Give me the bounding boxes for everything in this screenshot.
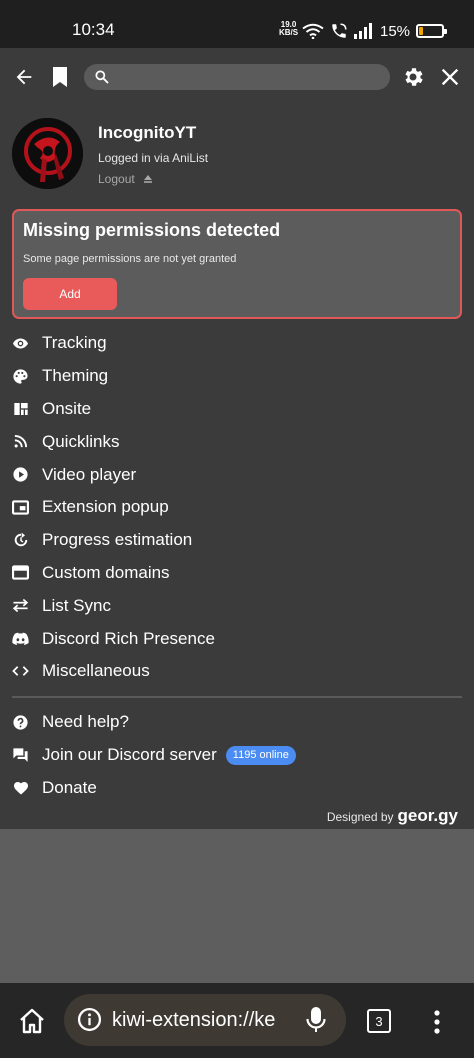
url-text[interactable]: kiwi-extension://ke	[112, 1009, 290, 1032]
extension-panel: IncognitoYT Logged in via AniList Logout…	[0, 48, 474, 829]
donate-label: Donate	[42, 777, 97, 797]
microphone-icon[interactable]	[305, 1006, 327, 1034]
menu-label-video-player: Video player	[42, 464, 137, 484]
login-status: Logged in via AniList	[98, 151, 209, 165]
status-icons: 15%	[302, 21, 448, 41]
menu-item-video-player[interactable]: Video player	[12, 458, 462, 491]
logout-link[interactable]: Logout	[98, 172, 152, 186]
battery-percent: 15%	[380, 22, 411, 40]
tab-count: 3	[375, 1013, 383, 1029]
menu-item-miscellaneous[interactable]: Miscellaneous	[12, 655, 462, 688]
arrow-left-icon	[16, 69, 32, 85]
search-input[interactable]	[116, 64, 384, 90]
close-button[interactable]	[438, 65, 462, 89]
web-icon	[12, 564, 29, 581]
rss-icon	[12, 433, 29, 450]
username: IncognitoYT	[98, 123, 197, 142]
address-bar[interactable]: kiwi-extension://ke	[64, 994, 346, 1046]
menu-label-onsite: Onsite	[42, 398, 92, 418]
heart-icon	[12, 779, 29, 796]
menu-label-progress-estimation: Progress estimation	[42, 530, 193, 550]
forum-icon	[12, 747, 29, 764]
status-time: 10:34	[72, 20, 115, 39]
gear-icon	[405, 68, 423, 86]
designer-brand-link[interactable]: geor.gy	[398, 806, 458, 826]
discord-icon	[12, 630, 29, 647]
menu-label-extension-popup: Extension popup	[42, 497, 169, 517]
back-button[interactable]	[12, 65, 36, 89]
designed-by-text: Designed by	[326, 810, 394, 824]
online-count-badge: 1195 online	[225, 745, 296, 765]
play-circle-icon	[12, 466, 29, 483]
logout-label: Logout	[98, 172, 135, 186]
status-bar: 10:34 19.0 KB/S 15%	[0, 0, 474, 48]
menu-label-custom-domains: Custom domains	[42, 562, 170, 582]
code-icon	[12, 663, 29, 680]
avatar	[12, 118, 83, 189]
top-toolbar	[0, 48, 474, 106]
donate-link[interactable]: Donate	[12, 772, 462, 805]
search-icon	[95, 70, 109, 84]
browser-toolbar: kiwi-extension://ke 3	[0, 983, 474, 1058]
menu-item-extension-popup[interactable]: Extension popup	[12, 491, 462, 524]
menu-item-progress-estimation[interactable]: Progress estimation	[12, 524, 462, 557]
permissions-alert: Missing permissions detected Some page p…	[12, 209, 462, 319]
discord-join-link[interactable]: Join our Discord server 1195 online	[12, 739, 462, 772]
search-bar[interactable]	[84, 64, 390, 90]
settings-button[interactable]	[401, 65, 425, 89]
picture-in-picture-icon	[12, 499, 29, 516]
add-permissions-button[interactable]: Add	[23, 278, 117, 310]
network-speed: 19.0 KB/S	[279, 21, 298, 37]
menu-item-quicklinks[interactable]: Quicklinks	[12, 425, 462, 458]
swap-icon	[12, 597, 29, 614]
menu-label-quicklinks: Quicklinks	[42, 431, 120, 451]
settings-menu: Tracking Theming Onsite Quicklinks Video…	[12, 327, 462, 688]
battery-icon	[416, 24, 448, 38]
more-options-button[interactable]	[433, 1010, 441, 1039]
menu-label-discord-rich-presence: Discord Rich Presence	[42, 628, 215, 648]
network-speed-unit: KB/S	[279, 28, 299, 37]
eject-icon	[143, 175, 152, 183]
home-icon	[20, 1008, 44, 1034]
palette-icon	[12, 368, 29, 385]
menu-label-theming: Theming	[42, 366, 109, 386]
menu-item-list-sync[interactable]: List Sync	[12, 589, 462, 622]
user-profile: IncognitoYT Logged in via AniList Logout	[12, 118, 462, 190]
menu-item-onsite[interactable]: Onsite	[12, 393, 462, 426]
close-icon	[441, 68, 459, 86]
info-icon[interactable]	[77, 1007, 102, 1032]
eye-icon	[12, 335, 29, 352]
tab-switcher-button[interactable]: 3	[367, 1009, 391, 1033]
bookmark-button[interactable]	[48, 65, 72, 89]
dashboard-icon	[12, 400, 29, 417]
menu-divider	[12, 696, 462, 698]
alert-title: Missing permissions detected	[23, 220, 281, 240]
need-help-label: Need help?	[42, 712, 129, 732]
more-vert-icon	[434, 1010, 440, 1034]
need-help-link[interactable]: Need help?	[12, 706, 462, 739]
menu-item-tracking[interactable]: Tracking	[12, 327, 462, 360]
wifi-calling-icon	[332, 23, 347, 38]
menu-label-list-sync: List Sync	[42, 595, 111, 615]
avatar-image	[12, 118, 83, 189]
menu-item-theming[interactable]: Theming	[12, 360, 462, 393]
alert-text: Some page permissions are not yet grante…	[23, 253, 237, 265]
help-menu: Need help? Join our Discord server 1195 …	[12, 706, 462, 804]
home-button[interactable]	[18, 1008, 46, 1039]
menu-label-miscellaneous: Miscellaneous	[42, 661, 150, 681]
wifi-icon	[302, 23, 324, 39]
restart-icon	[12, 532, 29, 549]
designer-credit: Designed by geor.gy	[327, 806, 458, 826]
signal-icon	[354, 23, 372, 39]
discord-join-label: Join our Discord server	[42, 745, 217, 765]
help-circle-icon	[12, 714, 29, 731]
bookmark-icon	[53, 67, 67, 87]
menu-item-discord-rich-presence[interactable]: Discord Rich Presence	[12, 622, 462, 655]
battery-level-fill	[419, 27, 423, 35]
menu-label-tracking: Tracking	[42, 333, 107, 353]
menu-item-custom-domains[interactable]: Custom domains	[12, 557, 462, 590]
